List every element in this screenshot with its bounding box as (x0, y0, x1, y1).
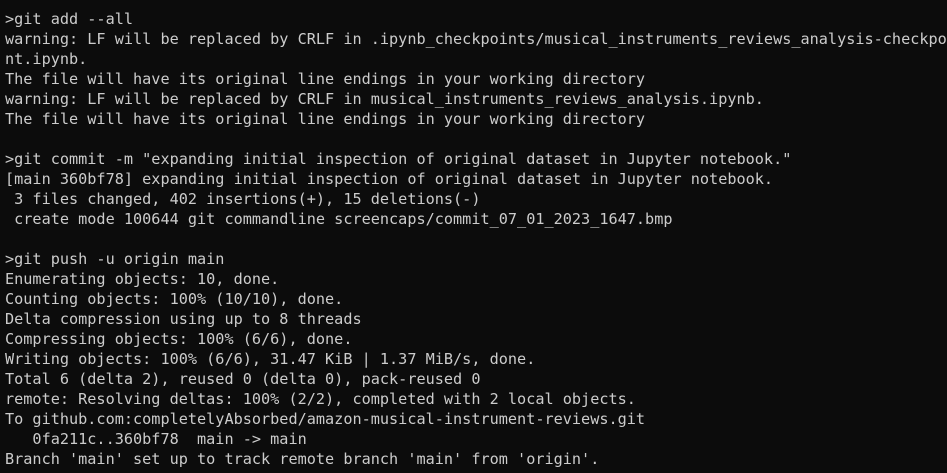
output-line-branch-tracking: Branch 'main' set up to track remote bra… (5, 450, 600, 468)
output-line-delta-compression: Delta compression using up to 8 threads (5, 310, 362, 328)
command-line-git-commit: >git commit -m "expanding initial inspec… (5, 150, 792, 168)
output-line-writing: Writing objects: 100% (6/6), 31.47 KiB |… (5, 350, 536, 368)
command-line-git-add: >git add --all (5, 10, 134, 28)
output-line-warning-crlf-wrap: nt.ipynb. (5, 50, 88, 68)
output-line-remote-resolving: remote: Resolving deltas: 100% (2/2), co… (5, 390, 636, 408)
command-line-git-push: >git push -u origin main (5, 250, 225, 268)
output-line-enumerating: Enumerating objects: 10, done. (5, 270, 280, 288)
output-line-ref-update: 0fa211c..360bf78 main -> main (5, 430, 307, 448)
terminal-output[interactable]: >git add --all warning: LF will be repla… (0, 0, 947, 473)
output-line-line-endings-notice: The file will have its original line end… (5, 110, 646, 128)
output-line-remote-url: To github.com:completelyAbsorbed/amazon-… (5, 410, 646, 428)
output-line-line-endings-notice: The file will have its original line end… (5, 70, 646, 88)
output-line-warning-crlf: warning: LF will be replaced by CRLF in … (5, 90, 764, 108)
output-line-total: Total 6 (delta 2), reused 0 (delta 0), p… (5, 370, 481, 388)
output-line-counting: Counting objects: 100% (10/10), done. (5, 290, 344, 308)
output-line-commit-summary: [main 360bf78] expanding initial inspect… (5, 170, 774, 188)
output-line-compressing: Compressing objects: 100% (6/6), done. (5, 330, 353, 348)
output-line-create-mode: create mode 100644 git commandline scree… (5, 210, 673, 228)
output-line-files-changed: 3 files changed, 402 insertions(+), 15 d… (5, 190, 481, 208)
output-line-warning-crlf: warning: LF will be replaced by CRLF in … (5, 30, 947, 48)
